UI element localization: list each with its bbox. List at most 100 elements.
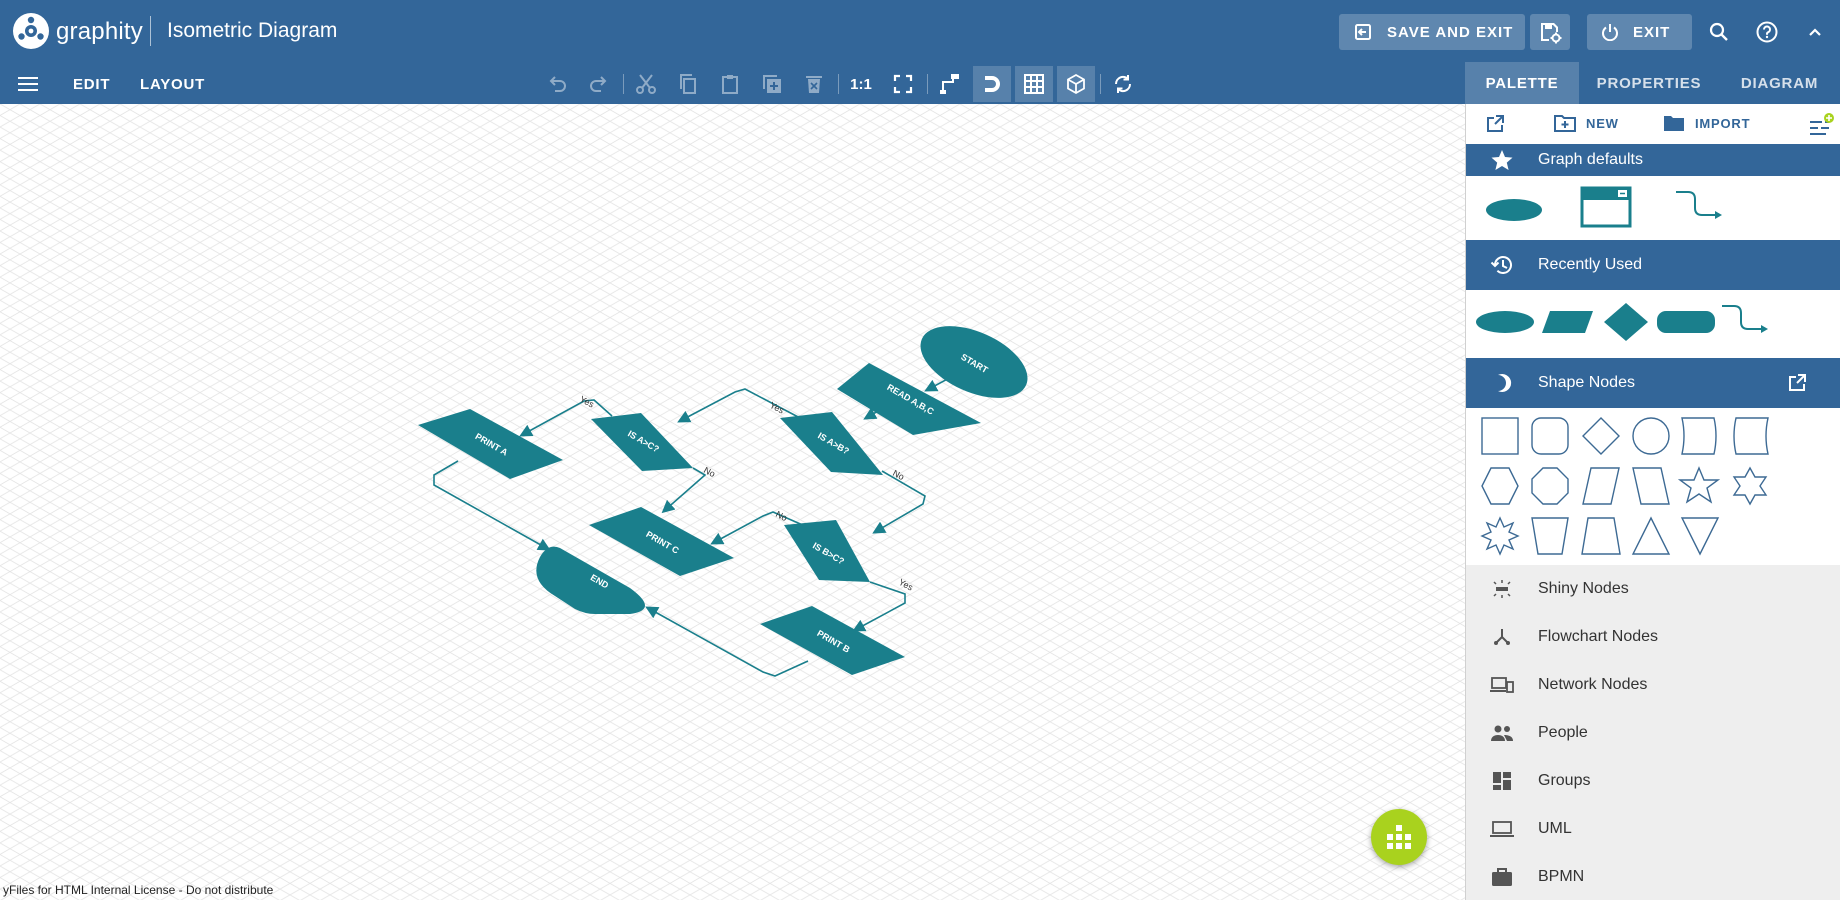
shape-triangle[interactable] bbox=[1631, 516, 1671, 555]
cut-button[interactable] bbox=[627, 66, 665, 102]
isometric-cube-icon bbox=[1067, 73, 1085, 95]
document-title[interactable]: Isometric Diagram bbox=[167, 19, 337, 43]
shape-nodes-export-icon[interactable] bbox=[1786, 372, 1808, 394]
palette-panel: NEW IMPORT Graph defaults Recently Used … bbox=[1465, 104, 1840, 900]
snapping-toggle[interactable] bbox=[973, 66, 1011, 102]
shape-circle[interactable] bbox=[1632, 417, 1670, 455]
shape-diamond[interactable] bbox=[1582, 417, 1620, 455]
shape-rectangle[interactable] bbox=[1481, 417, 1519, 455]
help-button[interactable] bbox=[1753, 18, 1781, 46]
refresh-layout-button[interactable] bbox=[1104, 66, 1142, 102]
graph-defaults-items bbox=[1466, 176, 1840, 240]
palette-settings-button[interactable] bbox=[1809, 113, 1840, 137]
shape-star8[interactable] bbox=[1480, 516, 1520, 556]
clipboard-icon bbox=[722, 75, 738, 94]
shape-nodes-header[interactable]: Shape Nodes bbox=[1466, 358, 1840, 408]
category-groups[interactable]: Groups bbox=[1466, 757, 1840, 805]
recent-edge-style[interactable] bbox=[1722, 305, 1768, 333]
shape-octagon[interactable] bbox=[1531, 467, 1569, 505]
shape-parallelogram[interactable] bbox=[1582, 467, 1620, 505]
moon-icon bbox=[1498, 374, 1512, 392]
layout-menu[interactable]: LAYOUT bbox=[140, 76, 205, 93]
shape-trapezoid-reverse[interactable] bbox=[1581, 517, 1621, 555]
isometric-view-toggle[interactable] bbox=[1057, 66, 1095, 102]
category-uml[interactable]: UML bbox=[1466, 805, 1840, 853]
category-bpmn[interactable]: BPMN bbox=[1466, 853, 1840, 901]
shape-star6[interactable] bbox=[1732, 466, 1768, 506]
shape-nodes-items bbox=[1466, 408, 1840, 565]
shape-triangle-down[interactable] bbox=[1680, 517, 1720, 556]
delete-button[interactable] bbox=[795, 66, 833, 102]
tab-diagram[interactable]: DIAGRAM bbox=[1719, 62, 1840, 104]
recently-used-header[interactable]: Recently Used bbox=[1466, 240, 1840, 290]
recent-diamond-node[interactable] bbox=[1604, 303, 1648, 341]
people-icon bbox=[1491, 725, 1513, 741]
fit-content-button[interactable] bbox=[884, 66, 922, 102]
copy-button[interactable] bbox=[669, 66, 707, 102]
tab-palette[interactable]: PALETTE bbox=[1465, 62, 1579, 104]
category-people[interactable]: People bbox=[1466, 709, 1840, 757]
default-node-style[interactable] bbox=[1486, 199, 1542, 221]
category-label: People bbox=[1538, 724, 1588, 741]
palette-category-list: Shiny Nodes Flowchart Nodes Network Node… bbox=[1466, 565, 1840, 900]
shape-nodes-title: Shape Nodes bbox=[1538, 374, 1635, 391]
copy-icon bbox=[680, 74, 696, 94]
duplicate-button[interactable] bbox=[753, 66, 791, 102]
chevron-up-icon bbox=[1809, 28, 1821, 36]
hamburger-menu-button[interactable] bbox=[16, 72, 40, 96]
category-network-nodes[interactable]: Network Nodes bbox=[1466, 661, 1840, 709]
shape-shear-rect-right[interactable] bbox=[1681, 417, 1717, 455]
edit-menu[interactable]: EDIT bbox=[73, 76, 110, 93]
save-settings-button[interactable] bbox=[1530, 14, 1570, 50]
shape-trapezoid[interactable] bbox=[1531, 517, 1569, 555]
palette-export-button[interactable] bbox=[1484, 113, 1516, 135]
palette-toolbar: NEW IMPORT bbox=[1466, 104, 1840, 144]
help-icon bbox=[1756, 21, 1778, 43]
search-button[interactable] bbox=[1705, 18, 1733, 46]
shape-shear-rect-left[interactable] bbox=[1733, 417, 1769, 455]
default-edge-style[interactable] bbox=[1676, 191, 1722, 219]
recent-rounded-node[interactable] bbox=[1657, 311, 1715, 333]
save-and-exit-label: SAVE AND EXIT bbox=[1387, 23, 1514, 41]
save-and-exit-button[interactable]: SAVE AND EXIT bbox=[1339, 14, 1525, 50]
diagram-canvas[interactable]: Yes Yes No No No Yes START READ A,B,C IS… bbox=[0, 104, 1465, 900]
shiny-nodes-icon bbox=[1493, 580, 1511, 598]
category-flowchart-nodes[interactable]: Flowchart Nodes bbox=[1466, 613, 1840, 661]
devices-icon bbox=[1490, 677, 1514, 693]
search-icon bbox=[1709, 22, 1728, 41]
category-shiny-nodes[interactable]: Shiny Nodes bbox=[1466, 565, 1840, 613]
grid-toggle[interactable] bbox=[1015, 66, 1053, 102]
graph-defaults-header[interactable]: Graph defaults bbox=[1466, 144, 1840, 176]
laptop-icon bbox=[1490, 821, 1514, 837]
app-name: graphity bbox=[56, 18, 143, 45]
toolbar-divider bbox=[623, 74, 624, 94]
paste-button[interactable] bbox=[711, 66, 749, 102]
orthogonal-edges-button[interactable] bbox=[931, 66, 969, 102]
shape-rounded-rectangle[interactable] bbox=[1531, 417, 1569, 455]
palette-settings-icon bbox=[1810, 113, 1834, 135]
exit-button[interactable]: EXIT bbox=[1587, 14, 1692, 50]
redo-button[interactable] bbox=[580, 66, 618, 102]
undo-button[interactable] bbox=[538, 66, 576, 102]
palette-new-button[interactable]: NEW bbox=[1554, 114, 1619, 132]
orthogonal-edge-icon bbox=[940, 74, 959, 94]
default-group-style[interactable] bbox=[1580, 186, 1632, 228]
magnet-icon bbox=[985, 76, 1000, 92]
shape-star5[interactable] bbox=[1677, 466, 1721, 504]
shape-parallelogram-reverse[interactable] bbox=[1632, 467, 1670, 505]
title-divider bbox=[150, 16, 151, 46]
new-label: NEW bbox=[1586, 115, 1619, 131]
palette-import-button[interactable]: IMPORT bbox=[1663, 114, 1750, 132]
quick-add-fab[interactable] bbox=[1371, 809, 1427, 865]
zoom-original-button[interactable]: 1:1 bbox=[842, 66, 880, 102]
tab-properties[interactable]: PROPERTIES bbox=[1579, 62, 1719, 104]
duplicate-icon bbox=[763, 75, 781, 93]
collapse-header-button[interactable] bbox=[1801, 18, 1829, 46]
recent-parallelogram-node[interactable] bbox=[1542, 311, 1593, 333]
graph-defaults-svg bbox=[1486, 186, 1722, 228]
apps-grid-icon bbox=[1387, 825, 1411, 849]
recent-ellipse-node[interactable] bbox=[1476, 311, 1534, 333]
star-icon bbox=[1491, 150, 1513, 170]
category-label: Shiny Nodes bbox=[1538, 580, 1629, 597]
shape-hexagon[interactable] bbox=[1481, 467, 1519, 505]
